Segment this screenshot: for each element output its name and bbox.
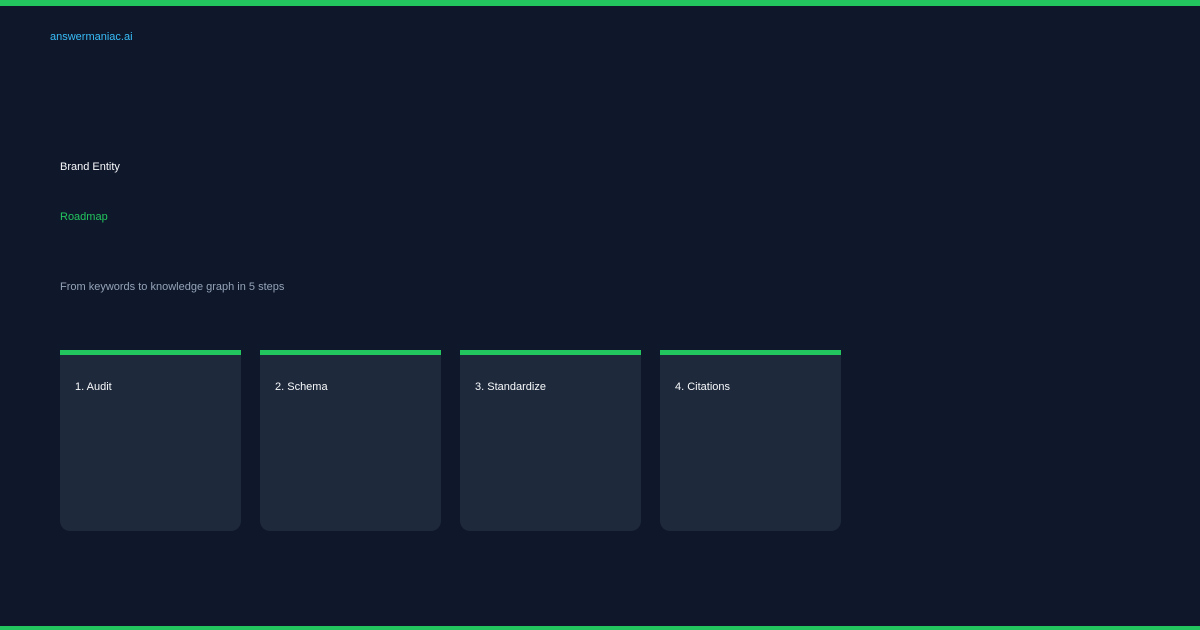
step-card-label: 4. Citations [675,381,731,393]
step-card-label: 2. Schema [275,381,328,393]
page-tagline: From keywords to knowledge graph in 5 st… [60,281,285,293]
page-subtitle: Roadmap [60,211,108,223]
step-card-label: 1. Audit [75,381,112,393]
step-card-label: 3. Standardize [475,381,546,393]
page-title: Brand Entity [60,161,120,173]
bottom-accent-bar [0,626,1200,630]
step-card-schema: 2. Schema [260,350,441,531]
brand-logo-text: answermaniac.ai [50,31,133,43]
step-card-citations: 4. Citations [660,350,841,531]
top-accent-bar [0,0,1200,6]
step-card-audit: 1. Audit [60,350,241,531]
step-card-standardize: 3. Standardize [460,350,641,531]
